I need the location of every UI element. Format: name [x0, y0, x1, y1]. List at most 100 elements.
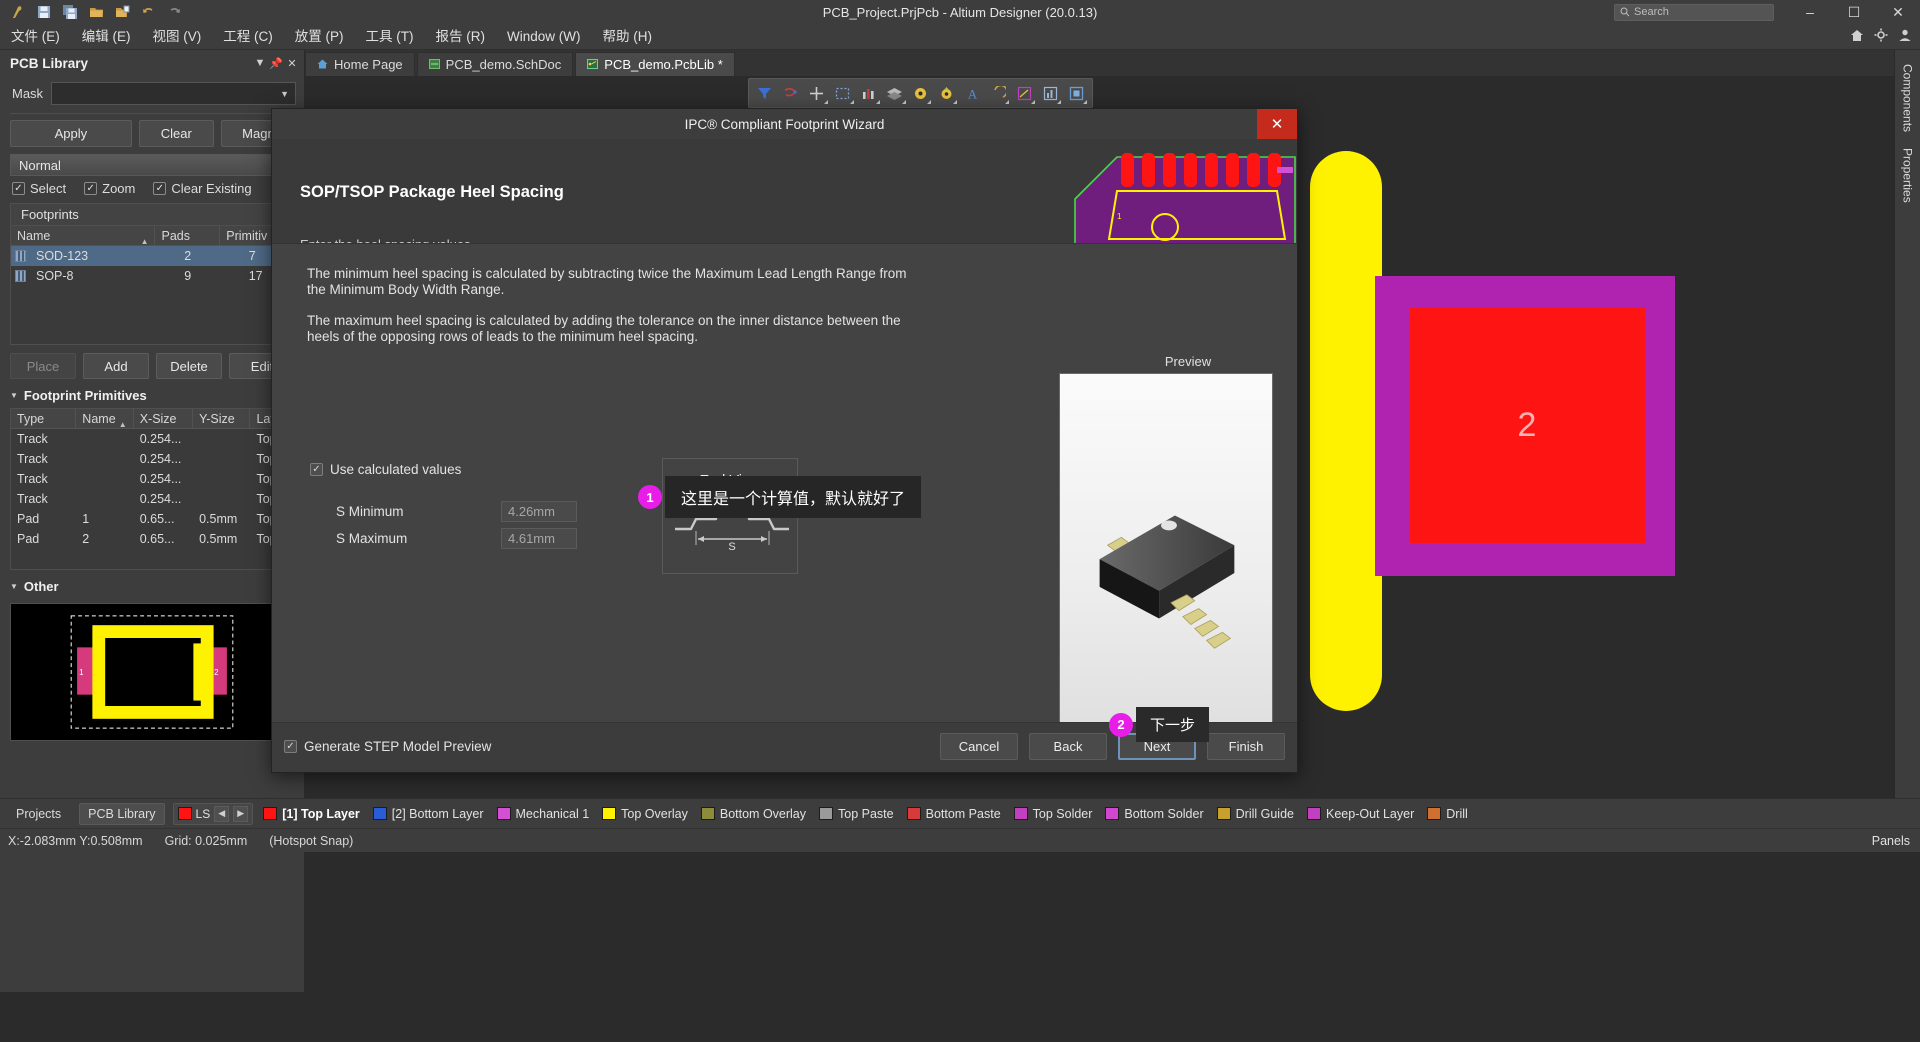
menu-tools[interactable]: 工具 (T) [355, 24, 425, 50]
menu-view[interactable]: 视图 (V) [142, 24, 213, 50]
use-calculated-values-checkbox[interactable]: ✓ Use calculated values [310, 462, 461, 477]
table-row[interactable]: Pad 1 0.65... 0.5mm Top [11, 509, 295, 529]
undo-icon[interactable] [136, 2, 160, 22]
open-icon[interactable] [84, 2, 108, 22]
redo-icon[interactable] [162, 2, 186, 22]
table-row[interactable]: Track 0.254... Top. [11, 469, 295, 489]
layer-stack-icon[interactable] [883, 81, 907, 105]
altium-logo-icon[interactable] [6, 2, 30, 22]
home-icon[interactable] [1850, 29, 1864, 45]
layer-chip-bottom-solder[interactable]: Bottom Solder [1105, 807, 1204, 821]
chart-icon[interactable] [1038, 81, 1062, 105]
close-icon[interactable]: ✕ [284, 57, 300, 70]
layer-chip-drill[interactable]: Drill [1427, 807, 1468, 821]
menu-help[interactable]: 帮助 (H) [592, 24, 664, 50]
place-button[interactable]: Place [10, 353, 76, 379]
apply-button[interactable]: Apply [10, 120, 132, 147]
table-row[interactable]: Track 0.254... Top. [11, 489, 295, 509]
ipc-footprint-wizard-dialog[interactable]: IPC® Compliant Footprint Wizard ✕ SOP/TS… [271, 108, 1298, 773]
dock-tab-components[interactable]: Components [1897, 56, 1919, 140]
dialog-close-button[interactable]: ✕ [1257, 109, 1297, 139]
panels-button[interactable]: Panels [1872, 834, 1910, 848]
table-row[interactable]: Track 0.254... Top. [11, 429, 295, 449]
tab-home-page[interactable]: Home Page [305, 52, 415, 76]
s-minimum-input[interactable]: 4.26mm [501, 501, 577, 522]
tab-pcb-demo-schdoc[interactable]: PCB_demo.SchDoc [416, 52, 574, 76]
layer-chip-bottom-paste[interactable]: Bottom Paste [906, 807, 1001, 821]
column-header-name[interactable]: Name ▲ [11, 226, 156, 245]
footprint-primitives-section-title[interactable]: ▼ Footprint Primitives [8, 385, 296, 408]
layer-chip-bottom-overlay[interactable]: Bottom Overlay [700, 807, 806, 821]
filter-icon[interactable] [753, 81, 777, 105]
menu-project[interactable]: 工程 (C) [212, 24, 284, 50]
table-row[interactable]: Track 0.254... Top. [11, 449, 295, 469]
s-maximum-input[interactable]: 4.61mm [501, 528, 577, 549]
column-header-pads[interactable]: Pads [155, 226, 221, 245]
tab-pcb-demo-pcblib[interactable]: PCB_demo.PcbLib * [575, 52, 735, 76]
step-model-preview[interactable]: 2D [1059, 373, 1273, 764]
close-button[interactable]: ✕ [1876, 0, 1920, 24]
back-button[interactable]: Back [1029, 733, 1107, 760]
layer-chip-drill-guide[interactable]: Drill Guide [1216, 807, 1294, 821]
clear-button[interactable]: Clear [138, 120, 214, 147]
column-header-type[interactable]: Type [11, 409, 77, 428]
settings-icon[interactable] [1874, 28, 1888, 45]
menu-file[interactable]: 文件 (E) [0, 24, 71, 50]
save-icon[interactable] [32, 2, 56, 22]
menu-edit[interactable]: 编辑 (E) [71, 24, 142, 50]
save-all-icon[interactable] [58, 2, 82, 22]
checkbox-zoom[interactable]: ✓ Zoom [84, 181, 135, 196]
mask-input[interactable]: ▼ [51, 82, 296, 105]
net-icon[interactable] [779, 81, 803, 105]
ls-color-swatch[interactable] [177, 807, 192, 820]
panel-tab-projects[interactable]: Projects [8, 804, 69, 824]
open-project-icon[interactable] [110, 2, 134, 22]
arc-icon[interactable] [986, 81, 1010, 105]
chevron-down-icon[interactable]: ▼ [280, 89, 289, 99]
bar-chart-icon[interactable] [857, 81, 881, 105]
mode-selector[interactable]: Normal [10, 154, 296, 176]
text-icon[interactable]: A [960, 81, 984, 105]
layer-chip-bottom-layer[interactable]: [2] Bottom Layer [372, 807, 484, 821]
user-icon[interactable] [1898, 28, 1912, 45]
dock-tab-properties[interactable]: Properties [1897, 140, 1919, 211]
add-button[interactable]: Add [83, 353, 149, 379]
layer-chip-top-solder[interactable]: Top Solder [1013, 807, 1092, 821]
dimension-icon[interactable] [1012, 81, 1036, 105]
via-icon[interactable] [909, 81, 933, 105]
layer-chip-keep-out-layer[interactable]: Keep-Out Layer [1307, 807, 1414, 821]
footprint-preview[interactable]: 1 2 [10, 603, 294, 741]
finish-button[interactable]: Finish [1207, 733, 1285, 760]
pin-icon[interactable]: 📌 [268, 57, 284, 70]
table-row[interactable]: SOD-123 2 7 [11, 246, 295, 266]
layer-chip-top-layer[interactable]: [1] Top Layer [263, 807, 360, 821]
column-header-xsize[interactable]: X-Size [134, 409, 194, 428]
table-row[interactable]: Pad 2 0.65... 0.5mm Top [11, 529, 295, 549]
column-header-name[interactable]: Name ▲ [76, 409, 134, 428]
chevron-down-icon[interactable]: ▼ [252, 57, 268, 69]
table-row[interactable]: SOP-8 9 17 [11, 266, 295, 286]
pad-icon[interactable] [934, 81, 958, 105]
search-input[interactable]: Search [1614, 3, 1774, 21]
cancel-button[interactable]: Cancel [940, 733, 1018, 760]
maximize-button[interactable]: ☐ [1832, 0, 1876, 24]
layer-chip-top-overlay[interactable]: Top Overlay [602, 807, 688, 821]
panel-tab-pcb-library[interactable]: PCB Library [79, 802, 165, 825]
menu-reports[interactable]: 报告 (R) [425, 24, 497, 50]
generate-step-checkbox[interactable]: ✓ Generate STEP Model Preview [284, 739, 491, 754]
checkbox-select[interactable]: ✓ Select [12, 181, 66, 196]
minimize-button[interactable]: – [1788, 0, 1832, 24]
menu-place[interactable]: 放置 (P) [284, 24, 355, 50]
next-layer-button[interactable]: ▶ [233, 805, 249, 822]
menu-window[interactable]: Window (W) [496, 24, 592, 50]
footprints-table[interactable]: Name ▲ Pads Primitiv SOD-123 2 7 SOP-8 9… [10, 225, 296, 345]
prev-layer-button[interactable]: ◀ [214, 805, 230, 822]
layer-chip-top-paste[interactable]: Top Paste [819, 807, 894, 821]
delete-button[interactable]: Delete [156, 353, 222, 379]
region-icon[interactable] [1064, 81, 1088, 105]
checkbox-clear-existing[interactable]: ✓ Clear Existing [153, 181, 252, 196]
primitives-table[interactable]: Type Name ▲ X-Size Y-Size Layer Track 0.… [10, 408, 296, 570]
other-section-title[interactable]: ▼ Other [8, 576, 296, 599]
crosshair-icon[interactable] [805, 81, 829, 105]
layer-chip-mechanical-1[interactable]: Mechanical 1 [496, 807, 589, 821]
